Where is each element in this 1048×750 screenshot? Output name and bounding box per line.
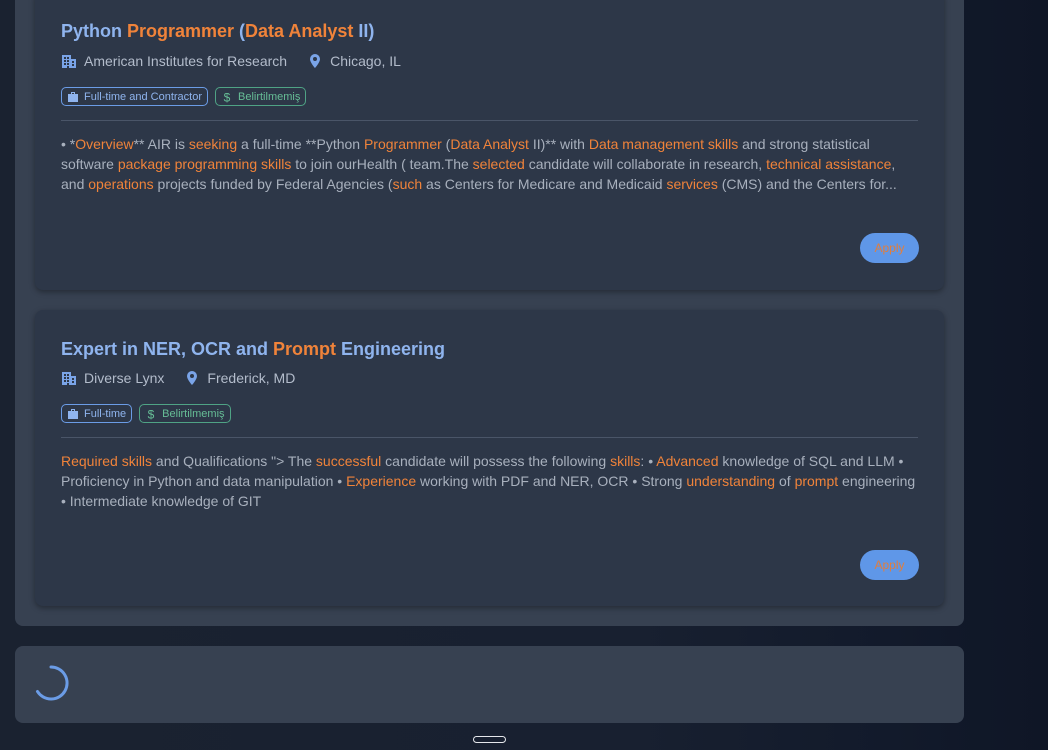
briefcase-icon	[67, 91, 79, 103]
job-location: Chicago, IL	[330, 53, 401, 69]
text-segment: • *	[61, 136, 76, 152]
highlighted-text: such	[392, 176, 423, 192]
home-indicator[interactable]	[473, 736, 506, 743]
highlighted-text: Programmer	[363, 136, 442, 152]
highlighted-text: selected	[472, 156, 525, 172]
employment-type-badge: Full-time and Contractor	[61, 87, 208, 106]
card-divider	[61, 120, 918, 121]
company-name: Diverse Lynx	[84, 370, 165, 386]
highlighted-text: services	[666, 176, 718, 192]
highlighted-text: Programmer	[127, 21, 235, 41]
text-segment: as Centers for Medicare and Medicaid	[422, 176, 667, 192]
highlighted-text: skills	[610, 453, 641, 469]
highlighted-text: Prompt	[273, 339, 337, 359]
text-segment: and Qualifications "> The	[152, 453, 316, 469]
spinner-icon	[33, 665, 69, 701]
text-segment: and strong statistical	[738, 136, 870, 152]
company-name: American Institutes for Research	[84, 53, 288, 69]
highlighted-text: Experience	[346, 473, 417, 489]
apply-button[interactable]: Apply	[860, 233, 919, 263]
text-segment: candidate will collaborate in research,	[524, 156, 767, 172]
description-line: • *Overview** AIR is seeking a full-time…	[61, 134, 923, 154]
text-segment: Proficiency in Python and data manipulat…	[61, 473, 347, 489]
text-segment: working with PDF and NER, OCR • Strong	[416, 473, 687, 489]
text-segment: projects funded by Federal Agencies (	[153, 176, 393, 192]
text-segment: to join ourHealth ( team.The	[291, 156, 473, 172]
highlighted-text: Data Analyst	[450, 136, 529, 152]
job-title[interactable]: Expert in NER, OCR and Prompt Engineerin…	[61, 339, 445, 360]
job-meta: American Institutes for Research Chicago…	[61, 53, 401, 69]
dollar-icon: $	[221, 91, 233, 103]
highlighted-text: Advanced	[656, 453, 719, 469]
apply-button[interactable]: Apply	[860, 550, 919, 580]
card-divider	[61, 437, 918, 438]
highlighted-text: operations	[88, 176, 154, 192]
salary-label: Belirtilmemiş	[238, 90, 301, 103]
text-segment: Python	[61, 21, 127, 41]
job-card[interactable]: Expert in NER, OCR and Prompt Engineerin…	[35, 310, 944, 606]
job-meta: Diverse Lynx Frederick, MD	[61, 370, 295, 386]
text-segment: a full-time **Python	[237, 136, 364, 152]
text-segment: • Intermediate knowledge of GIT	[61, 493, 262, 509]
text-segment: knowledge of SQL and LLM •	[718, 453, 904, 469]
briefcase-icon	[67, 408, 79, 420]
text-segment: Expert in NER, OCR and	[61, 339, 274, 359]
building-icon	[61, 53, 77, 69]
text-segment: of	[775, 473, 795, 489]
loading-panel	[15, 646, 964, 723]
job-description: Required skills and Qualifications "> Th…	[61, 451, 923, 511]
salary-badge: $ Belirtilmemiş	[215, 87, 307, 106]
text-segment: : •	[640, 453, 657, 469]
job-card[interactable]: Python Programmer (Data Analyst II) Amer…	[35, 0, 944, 290]
highlighted-text: Data Analyst	[245, 21, 354, 41]
employment-type-label: Full-time	[84, 407, 127, 420]
description-line: software package programming skills to j…	[61, 154, 923, 174]
map-pin-icon	[307, 53, 323, 69]
highlighted-text: package programming skills	[117, 156, 292, 172]
employment-type-badge: Full-time	[61, 404, 133, 423]
text-segment: software	[61, 156, 118, 172]
salary-label: Belirtilmemiş	[162, 407, 225, 420]
highlighted-text: seeking	[188, 136, 238, 152]
highlighted-text: prompt	[794, 473, 839, 489]
map-pin-icon	[184, 370, 200, 386]
highlighted-text: Data management skills	[588, 136, 739, 152]
job-badges: Full-time $ Belirtilmemiş	[61, 404, 231, 423]
text-segment: candidate will possess the following	[381, 453, 611, 469]
dollar-icon: $	[145, 408, 157, 420]
highlighted-text: Overview	[75, 136, 134, 152]
text-segment: II)	[353, 21, 375, 41]
job-description: • *Overview** AIR is seeking a full-time…	[61, 134, 923, 194]
text-segment: ** AIR is	[133, 136, 189, 152]
description-line: Proficiency in Python and data manipulat…	[61, 471, 923, 491]
job-location: Frederick, MD	[207, 370, 296, 386]
job-title[interactable]: Python Programmer (Data Analyst II)	[61, 21, 374, 42]
svg-text:$: $	[224, 91, 231, 103]
description-line: and operations projects funded by Federa…	[61, 174, 923, 194]
employment-type-label: Full-time and Contractor	[84, 90, 202, 103]
highlighted-text: Required skills	[61, 453, 153, 469]
highlighted-text: technical assistance	[766, 156, 892, 172]
salary-badge: $ Belirtilmemiş	[139, 404, 231, 423]
text-segment: Engineering	[336, 339, 446, 359]
svg-text:$: $	[148, 408, 155, 420]
job-badges: Full-time and Contractor $ Belirtilmemiş	[61, 87, 307, 106]
building-icon	[61, 370, 77, 386]
highlighted-text: understanding	[686, 473, 776, 489]
text-segment: ,	[891, 156, 896, 172]
description-line: Required skills and Qualifications "> Th…	[61, 451, 923, 471]
text-segment: (	[234, 21, 246, 41]
description-line: • Intermediate knowledge of GIT	[61, 491, 923, 511]
text-segment: (CMS) and the Centers for...	[717, 176, 897, 192]
text-segment: II)** with	[528, 136, 589, 152]
highlighted-text: successful	[315, 453, 382, 469]
text-segment: engineering	[838, 473, 916, 489]
text-segment: and	[61, 176, 89, 192]
